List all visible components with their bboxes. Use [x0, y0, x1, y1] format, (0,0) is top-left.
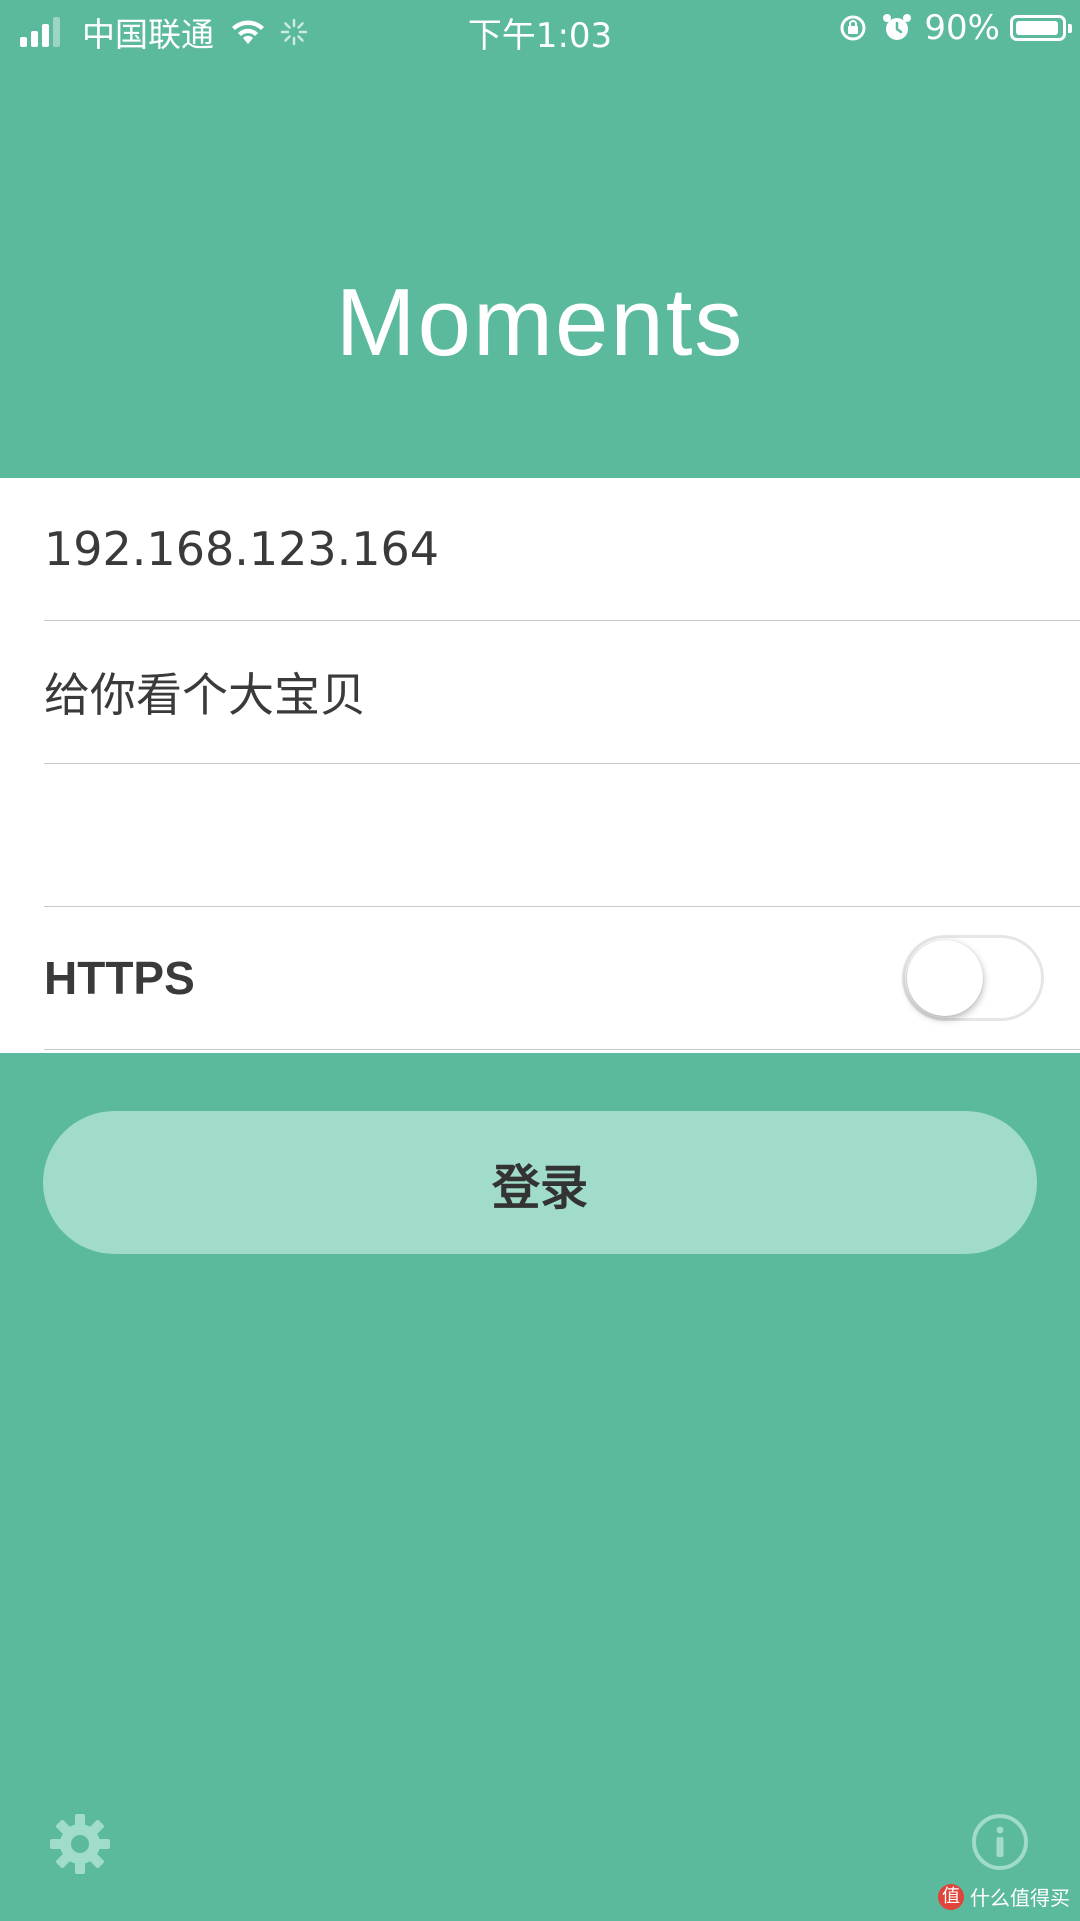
login-button[interactable]: 登录 [43, 1111, 1037, 1254]
watermark: 值 什么值得买 [938, 1882, 1070, 1911]
https-toggle[interactable] [902, 935, 1044, 1021]
app-title: Moments [335, 269, 745, 376]
gear-icon[interactable] [48, 1812, 112, 1876]
https-label: HTTPS [44, 952, 195, 1004]
server-address-input[interactable] [44, 478, 1024, 620]
username-input[interactable] [44, 621, 1024, 763]
battery-percentage: 90% [924, 8, 1000, 48]
username-row [44, 621, 1080, 764]
info-icon[interactable] [970, 1812, 1030, 1872]
watermark-text: 什么值得买 [970, 1886, 1070, 1910]
login-form: HTTPS [0, 478, 1080, 1053]
alarm-icon [883, 14, 912, 40]
orientation-lock-icon [840, 15, 866, 41]
toggle-knob [907, 940, 983, 1016]
server-row [44, 478, 1080, 621]
watermark-logo-icon: 值 [938, 1883, 964, 1910]
battery-icon [1010, 15, 1072, 41]
status-bar: 中国联通 下午1:03 90% [0, 0, 1080, 58]
password-row [44, 764, 1080, 907]
status-right: 90% [838, 8, 1072, 48]
password-input[interactable] [44, 764, 1024, 906]
https-row: HTTPS [44, 907, 1080, 1050]
